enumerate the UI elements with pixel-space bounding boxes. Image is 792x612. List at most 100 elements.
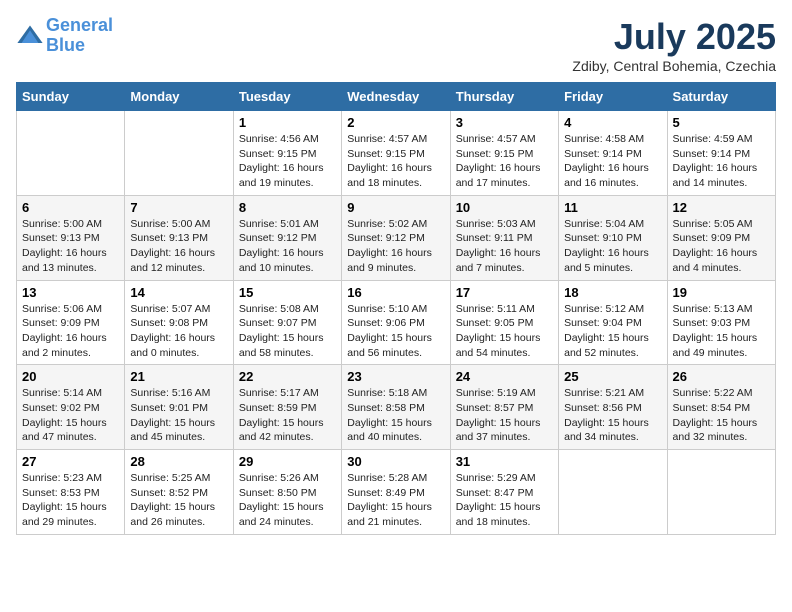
calendar-cell: 7 Sunrise: 5:00 AM Sunset: 9:13 PM Daylig…	[125, 195, 233, 280]
page-header: General Blue July 2025 Zdiby, Central Bo…	[16, 16, 776, 74]
calendar-cell: 26 Sunrise: 5:22 AM Sunset: 8:54 PM Dayli…	[667, 365, 775, 450]
calendar-cell	[125, 111, 233, 196]
day-number: 26	[673, 369, 770, 384]
calendar-cell: 29Sunrise: 5:26 AM Sunset: 8:50 PM Dayli…	[233, 450, 341, 535]
day-info: Sunrise: 5:02 AM Sunset: 9:12 PM Dayligh…	[347, 217, 444, 276]
logo-text: General Blue	[46, 16, 113, 56]
day-info: Sunrise: 5:14 AM Sunset: 9:02 PM Dayligh…	[22, 386, 119, 445]
calendar-cell: 2Sunrise: 4:57 AM Sunset: 9:15 PM Daylig…	[342, 111, 450, 196]
calendar-cell: 13 Sunrise: 5:06 AM Sunset: 9:09 PM Dayli…	[17, 280, 125, 365]
day-number: 12	[673, 200, 770, 215]
day-info: Sunrise: 5:12 AM Sunset: 9:04 PM Dayligh…	[564, 302, 661, 361]
calendar-cell: 5 Sunrise: 4:59 AM Sunset: 9:14 PM Daylig…	[667, 111, 775, 196]
day-info: Sunrise: 5:28 AM Sunset: 8:49 PM Dayligh…	[347, 471, 444, 530]
calendar-cell: 27 Sunrise: 5:23 AM Sunset: 8:53 PM Dayli…	[17, 450, 125, 535]
calendar-cell: 12Sunrise: 5:05 AM Sunset: 9:09 PM Dayli…	[667, 195, 775, 280]
day-info: Sunrise: 5:13 AM Sunset: 9:03 PM Dayligh…	[673, 302, 770, 361]
calendar-cell: 19Sunrise: 5:13 AM Sunset: 9:03 PM Dayli…	[667, 280, 775, 365]
day-number: 30	[347, 454, 444, 469]
calendar-cell: 22 Sunrise: 5:17 AM Sunset: 8:59 PM Dayli…	[233, 365, 341, 450]
calendar-cell: 31 Sunrise: 5:29 AM Sunset: 8:47 PM Dayli…	[450, 450, 558, 535]
day-info: Sunrise: 5:10 AM Sunset: 9:06 PM Dayligh…	[347, 302, 444, 361]
calendar-cell: 11 Sunrise: 5:04 AM Sunset: 9:10 PM Dayli…	[559, 195, 667, 280]
day-number: 10	[456, 200, 553, 215]
weekday-header-sunday: Sunday	[17, 83, 125, 111]
day-info: Sunrise: 5:29 AM Sunset: 8:47 PM Dayligh…	[456, 471, 553, 530]
day-info: Sunrise: 4:58 AM Sunset: 9:14 PM Dayligh…	[564, 132, 661, 191]
day-info: Sunrise: 5:22 AM Sunset: 8:54 PM Dayligh…	[673, 386, 770, 445]
day-number: 2	[347, 115, 444, 130]
day-info: Sunrise: 5:17 AM Sunset: 8:59 PM Dayligh…	[239, 386, 336, 445]
calendar-body: 1Sunrise: 4:56 AM Sunset: 9:15 PM Daylig…	[17, 111, 776, 535]
calendar-cell	[667, 450, 775, 535]
calendar-header-row: SundayMondayTuesdayWednesdayThursdayFrid…	[17, 83, 776, 111]
day-info: Sunrise: 5:18 AM Sunset: 8:58 PM Dayligh…	[347, 386, 444, 445]
calendar-cell: 1Sunrise: 4:56 AM Sunset: 9:15 PM Daylig…	[233, 111, 341, 196]
calendar-cell: 17 Sunrise: 5:11 AM Sunset: 9:05 PM Dayli…	[450, 280, 558, 365]
calendar-cell: 8 Sunrise: 5:01 AM Sunset: 9:12 PM Daylig…	[233, 195, 341, 280]
calendar-cell: 24 Sunrise: 5:19 AM Sunset: 8:57 PM Dayli…	[450, 365, 558, 450]
day-info: Sunrise: 5:03 AM Sunset: 9:11 PM Dayligh…	[456, 217, 553, 276]
calendar-week-row: 6 Sunrise: 5:00 AM Sunset: 9:13 PM Daylig…	[17, 195, 776, 280]
calendar-cell	[559, 450, 667, 535]
day-number: 8	[239, 200, 336, 215]
day-number: 7	[130, 200, 227, 215]
day-number: 13	[22, 285, 119, 300]
day-number: 22	[239, 369, 336, 384]
day-number: 21	[130, 369, 227, 384]
day-info: Sunrise: 5:07 AM Sunset: 9:08 PM Dayligh…	[130, 302, 227, 361]
day-number: 16	[347, 285, 444, 300]
day-number: 15	[239, 285, 336, 300]
logo-icon	[16, 22, 44, 50]
calendar-cell: 23Sunrise: 5:18 AM Sunset: 8:58 PM Dayli…	[342, 365, 450, 450]
calendar-cell: 4 Sunrise: 4:58 AM Sunset: 9:14 PM Daylig…	[559, 111, 667, 196]
day-info: Sunrise: 5:19 AM Sunset: 8:57 PM Dayligh…	[456, 386, 553, 445]
calendar-week-row: 20Sunrise: 5:14 AM Sunset: 9:02 PM Dayli…	[17, 365, 776, 450]
calendar-week-row: 13 Sunrise: 5:06 AM Sunset: 9:09 PM Dayli…	[17, 280, 776, 365]
weekday-header-monday: Monday	[125, 83, 233, 111]
day-number: 6	[22, 200, 119, 215]
day-info: Sunrise: 5:11 AM Sunset: 9:05 PM Dayligh…	[456, 302, 553, 361]
day-info: Sunrise: 4:57 AM Sunset: 9:15 PM Dayligh…	[456, 132, 553, 191]
month-title: July 2025	[572, 16, 776, 58]
day-number: 28	[130, 454, 227, 469]
day-number: 24	[456, 369, 553, 384]
calendar-cell: 28Sunrise: 5:25 AM Sunset: 8:52 PM Dayli…	[125, 450, 233, 535]
day-number: 11	[564, 200, 661, 215]
calendar-cell: 16 Sunrise: 5:10 AM Sunset: 9:06 PM Dayli…	[342, 280, 450, 365]
day-info: Sunrise: 5:06 AM Sunset: 9:09 PM Dayligh…	[22, 302, 119, 361]
calendar-table: SundayMondayTuesdayWednesdayThursdayFrid…	[16, 82, 776, 535]
day-info: Sunrise: 5:01 AM Sunset: 9:12 PM Dayligh…	[239, 217, 336, 276]
day-info: Sunrise: 5:00 AM Sunset: 9:13 PM Dayligh…	[22, 217, 119, 276]
calendar-cell: 30 Sunrise: 5:28 AM Sunset: 8:49 PM Dayli…	[342, 450, 450, 535]
day-number: 1	[239, 115, 336, 130]
calendar-cell: 15Sunrise: 5:08 AM Sunset: 9:07 PM Dayli…	[233, 280, 341, 365]
day-info: Sunrise: 4:59 AM Sunset: 9:14 PM Dayligh…	[673, 132, 770, 191]
day-number: 5	[673, 115, 770, 130]
day-info: Sunrise: 5:23 AM Sunset: 8:53 PM Dayligh…	[22, 471, 119, 530]
calendar-cell: 21 Sunrise: 5:16 AM Sunset: 9:01 PM Dayli…	[125, 365, 233, 450]
calendar-cell: 6 Sunrise: 5:00 AM Sunset: 9:13 PM Daylig…	[17, 195, 125, 280]
logo-line1: General	[46, 15, 113, 35]
day-number: 18	[564, 285, 661, 300]
day-info: Sunrise: 5:21 AM Sunset: 8:56 PM Dayligh…	[564, 386, 661, 445]
weekday-header-saturday: Saturday	[667, 83, 775, 111]
day-number: 14	[130, 285, 227, 300]
calendar-cell: 10 Sunrise: 5:03 AM Sunset: 9:11 PM Dayli…	[450, 195, 558, 280]
day-number: 25	[564, 369, 661, 384]
weekday-header-friday: Friday	[559, 83, 667, 111]
day-number: 3	[456, 115, 553, 130]
day-info: Sunrise: 5:16 AM Sunset: 9:01 PM Dayligh…	[130, 386, 227, 445]
day-info: Sunrise: 5:04 AM Sunset: 9:10 PM Dayligh…	[564, 217, 661, 276]
day-number: 4	[564, 115, 661, 130]
day-number: 31	[456, 454, 553, 469]
day-info: Sunrise: 5:26 AM Sunset: 8:50 PM Dayligh…	[239, 471, 336, 530]
day-number: 17	[456, 285, 553, 300]
logo-line2: Blue	[46, 35, 85, 55]
weekday-header-wednesday: Wednesday	[342, 83, 450, 111]
day-info: Sunrise: 5:00 AM Sunset: 9:13 PM Dayligh…	[130, 217, 227, 276]
day-number: 27	[22, 454, 119, 469]
calendar-cell	[17, 111, 125, 196]
calendar-cell: 25 Sunrise: 5:21 AM Sunset: 8:56 PM Dayli…	[559, 365, 667, 450]
day-number: 9	[347, 200, 444, 215]
